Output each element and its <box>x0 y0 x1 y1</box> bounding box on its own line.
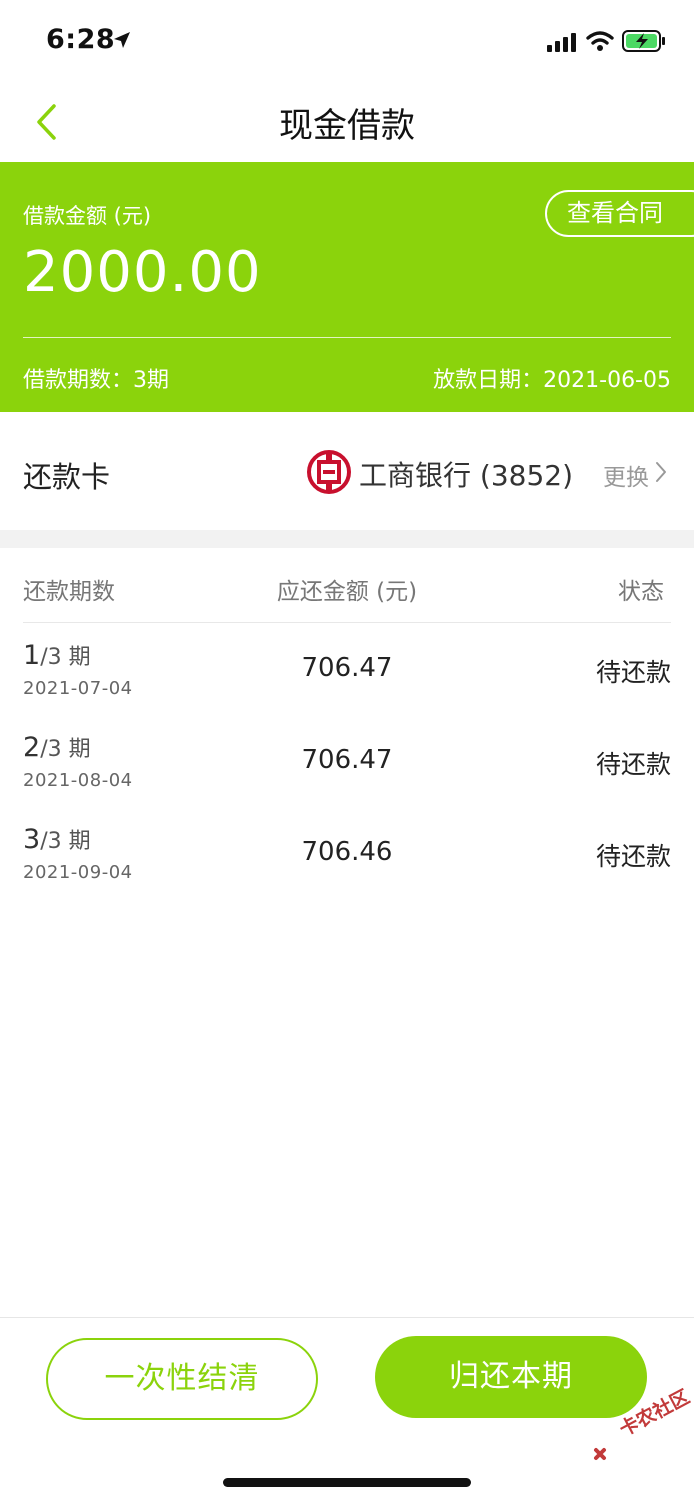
loan-amount-value: 2000.00 <box>23 240 262 305</box>
table-row: 1/3 期 2021-07-04 706.47 待还款 <box>0 623 694 715</box>
view-contract-button[interactable]: 查看合同 <box>545 190 694 237</box>
table-header: 还款期数 应还金额 (元) 状态 <box>0 548 694 623</box>
repay-current-button[interactable]: 归还本期 <box>375 1336 647 1418</box>
location-arrow-icon <box>114 32 130 48</box>
page-title: 现金借款 <box>279 106 415 146</box>
repayment-schedule-table: 还款期数 应还金额 (元) 状态 1/3 期 2021-07-04 706.47… <box>0 548 694 899</box>
home-indicator <box>223 1478 471 1487</box>
row-status: 待还款 <box>595 750 671 779</box>
row-amount: 706.46 <box>301 837 393 867</box>
table-row: 3/3 期 2021-09-04 706.46 待还款 <box>0 807 694 899</box>
loan-date-text: 放款日期：2021-06-05 <box>433 368 671 393</box>
row-amount: 706.47 <box>301 653 393 683</box>
loan-summary-card: 借款金额 (元) 2000.00 查看合同 借款期数：3期 放款日期：2021-… <box>0 162 694 412</box>
header-status: 状态 <box>618 579 664 605</box>
loan-amount-label: 借款金额 (元) <box>23 204 152 228</box>
repay-card-label: 还款卡 <box>23 460 111 494</box>
status-bar: 6:28 <box>0 0 694 80</box>
battery-charging-icon <box>622 30 665 52</box>
signal-icon <box>547 33 576 52</box>
bottom-divider <box>0 1317 694 1318</box>
nav-bar: 现金借款 <box>0 80 694 162</box>
icbc-logo-icon <box>307 450 351 494</box>
card-divider <box>23 337 671 338</box>
bank-name: 工商银行 (3852) <box>359 459 574 492</box>
row-amount: 706.47 <box>301 745 393 775</box>
chevron-right-icon[interactable] <box>655 461 667 483</box>
row-status: 待还款 <box>595 658 671 687</box>
settle-all-button[interactable]: 一次性结清 <box>46 1338 318 1420</box>
wifi-icon <box>586 31 614 51</box>
row-status: 待还款 <box>595 842 671 871</box>
section-gap <box>0 530 694 548</box>
loan-term-text: 借款期数：3期 <box>23 368 169 393</box>
table-row: 2/3 期 2021-08-04 706.47 待还款 <box>0 715 694 807</box>
loan-detail-page: 6:28 现金借款 借款金额 (元) 2000.00 查看合同 借款期数：3期 … <box>0 0 694 1500</box>
status-time: 6:28 <box>46 24 116 55</box>
header-amount: 应还金额 (元) <box>276 579 418 605</box>
change-card-link[interactable]: 更换 <box>603 458 649 492</box>
repay-card-row[interactable]: 还款卡 工商银行 (3852) 更换 <box>0 412 694 530</box>
